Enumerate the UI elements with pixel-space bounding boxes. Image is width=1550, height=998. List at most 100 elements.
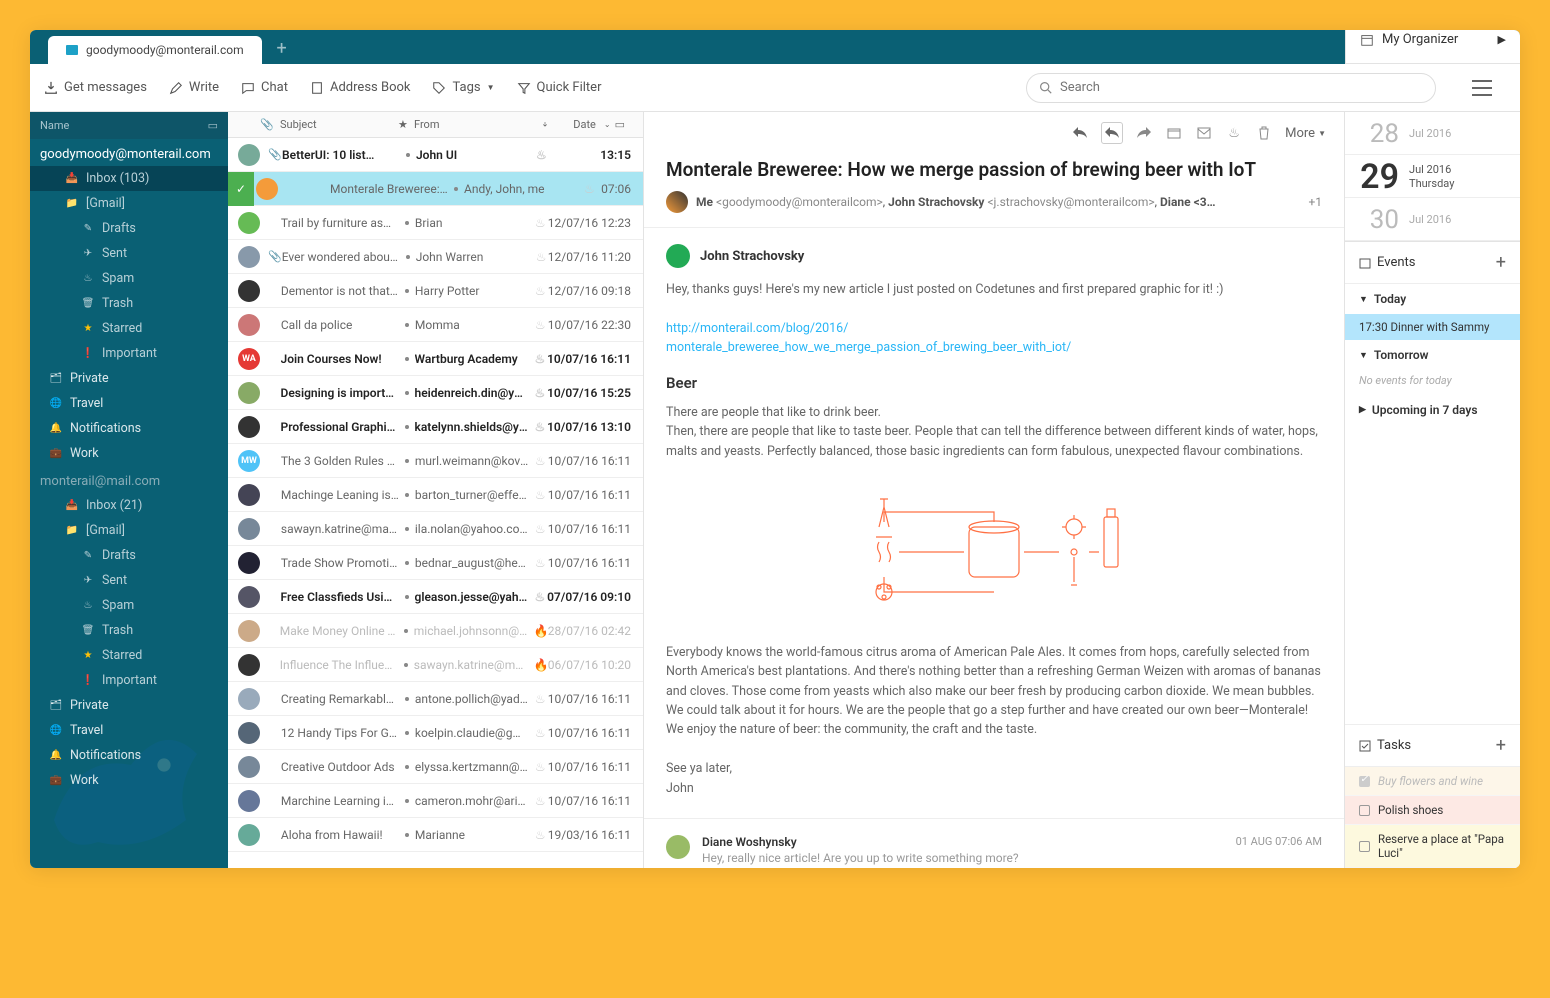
message-row[interactable]: Aloha from Hawaii!Marianne♨19/03/16 16:1… (228, 818, 643, 852)
folder-work[interactable]: 💼Work (30, 441, 228, 466)
new-tab-button[interactable]: + (270, 36, 294, 60)
avatar (238, 790, 260, 812)
menu-button[interactable] (1472, 80, 1492, 96)
message-row[interactable]: Dementor is not that badHarry Potter♨12/… (228, 274, 643, 308)
message-row[interactable]: 12 Handy Tips For Gener…koelpin.claudie@… (228, 716, 643, 750)
account-label[interactable]: goodymoody@monterail.com (30, 139, 228, 166)
add-event-button[interactable]: + (1496, 252, 1506, 273)
message-row[interactable]: Creative Outdoor Adselyssa.kertzmann@yah… (228, 750, 643, 784)
col-date[interactable]: Date (573, 118, 596, 131)
folder-trash[interactable]: 🗑Trash (30, 618, 228, 643)
browser-tab[interactable]: goodymoody@monterail.com (48, 36, 262, 64)
message-row[interactable]: Marchine Learning is …cameron.mohr@arian… (228, 784, 643, 818)
task-item[interactable]: Reserve a place at "Papa Luci" (1345, 825, 1520, 868)
link[interactable]: http://monterail.com/blog/2016/ (666, 321, 848, 336)
columns-icon[interactable]: ▭ (208, 119, 218, 132)
folder-important[interactable]: ❗Important (30, 341, 228, 366)
reader-toolbar: ♨ More▼ (644, 112, 1344, 154)
search-box[interactable] (1026, 73, 1436, 103)
get-messages-button[interactable]: Get messages (44, 80, 147, 95)
tags-button[interactable]: Tags▼ (432, 80, 494, 95)
folder-travel[interactable]: 🌐Travel (30, 391, 228, 416)
address-book-button[interactable]: Address Book (310, 80, 410, 95)
write-button[interactable]: Write (169, 80, 219, 95)
folder-drafts[interactable]: ✎Drafts (30, 543, 228, 568)
events-tomorrow[interactable]: ▼Tomorrow (1345, 340, 1520, 370)
reply-preview[interactable]: 01 AUG 07:06 AM Diane Woshynsky Hey, rea… (644, 818, 1344, 868)
checkbox-icon[interactable] (1359, 841, 1370, 852)
add-task-button[interactable]: + (1496, 735, 1506, 756)
message-row[interactable]: ✓Monterale Breweree: H…Andy, John, me♨07… (228, 172, 643, 206)
message-row[interactable]: 📎Ever wondered abou…John Warren♨12/07/16… (228, 240, 643, 274)
message-row[interactable]: 📎BetterUI: 10 list…John UI♨13:15 (228, 138, 643, 172)
message-row[interactable]: Machinge Leaning is …barton_turner@effer… (228, 478, 643, 512)
forward-icon[interactable] (1135, 124, 1153, 142)
avatar (238, 212, 260, 234)
message-row[interactable]: WAJoin Courses Now!Wartburg Academy♨10/0… (228, 342, 643, 376)
fire-icon: ♨ (535, 760, 548, 774)
avatar (238, 620, 260, 642)
message-subject: Machinge Leaning is … (281, 488, 405, 502)
events-today[interactable]: ▼Today (1345, 284, 1520, 314)
folder-spam[interactable]: ♨Spam (30, 266, 228, 291)
message-row[interactable]: MWThe 3 Golden Rules Proff…murl.weimann@… (228, 444, 643, 478)
folder-trash[interactable]: 🗑Trash (30, 291, 228, 316)
search-input[interactable] (1060, 80, 1423, 95)
folder-sent[interactable]: ✈Sent (30, 568, 228, 593)
message-row[interactable]: Call da policeMomma♨10/07/16 22:30 (228, 308, 643, 342)
message-row[interactable]: Make Money Online Thr…michael.johnsonn@a… (228, 614, 643, 648)
calendar-strip[interactable]: 28Jul 2016 29Jul 2016Thursday 30Jul 2016 (1345, 112, 1520, 242)
message-row[interactable]: Influence The Influence…sawayn.katrine@m… (228, 648, 643, 682)
more-button[interactable]: More▼ (1285, 126, 1326, 141)
folder--gmail-[interactable]: 📁[Gmail] (30, 518, 228, 543)
archive-icon[interactable] (1165, 124, 1183, 142)
events-upcoming[interactable]: ▶Upcoming in 7 days (1345, 395, 1520, 425)
checkbox-icon[interactable] (1359, 805, 1370, 816)
checkbox-icon[interactable] (1359, 776, 1370, 787)
quick-filter-button[interactable]: Quick Filter (517, 80, 602, 95)
message-row[interactable]: sawayn.katrine@manley…ila.nolan@yahoo.co… (228, 512, 643, 546)
folder-spam[interactable]: ♨Spam (30, 593, 228, 618)
message-row[interactable]: Professional Graphic De…katelynn.shields… (228, 410, 643, 444)
folder-important[interactable]: ❗Important (30, 668, 228, 693)
folder-inbox-[interactable]: 📥Inbox (103) (30, 166, 228, 191)
folder-sent[interactable]: ✈Sent (30, 241, 228, 266)
task-item[interactable]: Buy flowers and wine (1345, 767, 1520, 796)
account-label[interactable]: monterail@mail.com (30, 466, 228, 493)
message-row[interactable]: Free Classfieds Using Th…gleason.jesse@y… (228, 580, 643, 614)
folder-starred[interactable]: ★Starred (30, 316, 228, 341)
chat-button[interactable]: Chat (241, 80, 288, 95)
folder-notifications[interactable]: 🔔Notifications (30, 743, 228, 768)
reply-all-icon[interactable] (1101, 122, 1123, 144)
delete-icon[interactable] (1255, 124, 1273, 142)
col-from[interactable]: From (414, 118, 439, 131)
col-subject[interactable]: Subject (280, 118, 317, 131)
message-row[interactable]: Creating Remarkable Po…antone.pollich@ya… (228, 682, 643, 716)
folder-notifications[interactable]: 🔔Notifications (30, 416, 228, 441)
reply-icon[interactable] (1071, 124, 1089, 142)
task-item[interactable]: Polish shoes (1345, 796, 1520, 825)
mail-icon[interactable] (1195, 124, 1213, 142)
folder-label: Starred (102, 321, 142, 336)
folder-private[interactable]: 🗂Private (30, 366, 228, 391)
message-subject: Designing is important (281, 386, 405, 400)
folder-travel[interactable]: 🌐Travel (30, 718, 228, 743)
folder-label: Private (70, 371, 109, 386)
message-row[interactable]: Trail by furniture as…Brian♨12/07/16 12:… (228, 206, 643, 240)
link[interactable]: monterale_breweree_how_we_merge_passion_… (666, 340, 1071, 355)
folder-drafts[interactable]: ✎Drafts (30, 216, 228, 241)
avatar: WA (238, 348, 260, 370)
event-item[interactable]: 17:30 Dinner with Sammy (1345, 314, 1520, 340)
junk-icon[interactable]: ♨ (1225, 124, 1243, 142)
message-date: 12/07/16 09:18 (548, 284, 643, 298)
avatar (238, 552, 260, 574)
more-recipients[interactable]: +1 (1308, 195, 1322, 209)
message-row[interactable]: Designing is importantheidenreich.din@ya… (228, 376, 643, 410)
folder-inbox-[interactable]: 📥Inbox (21) (30, 493, 228, 518)
message-row[interactable]: Trade Show Promotionsbednar_august@hende… (228, 546, 643, 580)
folder-private[interactable]: 🗂Private (30, 693, 228, 718)
folder-starred[interactable]: ★Starred (30, 643, 228, 668)
folder--gmail-[interactable]: 📁[Gmail] (30, 191, 228, 216)
organizer-collapse-icon[interactable]: ▶ (1498, 33, 1506, 46)
folder-work[interactable]: 💼Work (30, 768, 228, 793)
